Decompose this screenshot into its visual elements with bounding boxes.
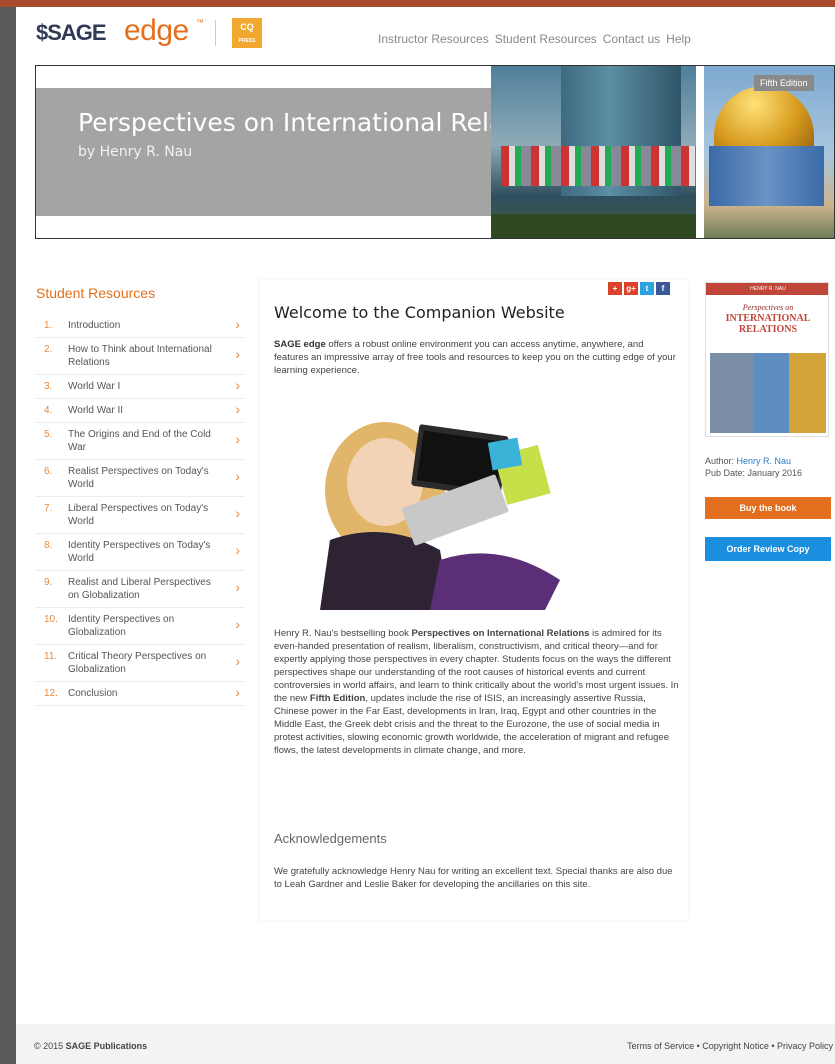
- book-description: Henry R. Nau's bestselling book Perspect…: [274, 627, 679, 757]
- sidebar-item-liberal-today[interactable]: 7. Liberal Perspectives on Today's World ›: [36, 497, 244, 534]
- description-edition: Fifth Edition: [309, 693, 366, 704]
- order-review-copy-button[interactable]: Order Review Copy: [705, 537, 831, 561]
- author-link[interactable]: Henry R. Nau: [737, 456, 792, 466]
- footer-links[interactable]: Terms of Service • Copyright Notice • Pr…: [627, 1041, 833, 1051]
- copyright-prefix: © 2015: [34, 1041, 66, 1051]
- intro-text: offers a robust online environment you c…: [274, 339, 676, 376]
- chapter-label: Conclusion: [68, 688, 118, 699]
- chevron-right-icon: ›: [235, 616, 240, 632]
- description-book-title: Perspectives on International Relations: [411, 628, 590, 639]
- sidebar-item-cold-war[interactable]: 5. The Origins and End of the Cold War ›: [36, 423, 244, 460]
- pub-date: Pub Date: January 2016: [705, 468, 803, 478]
- buy-book-button[interactable]: Buy the book: [705, 497, 831, 519]
- chapter-label: Identity Perspectives on Today's World: [68, 540, 211, 564]
- chapter-number: 9.: [44, 577, 53, 588]
- chapter-label: World War I: [68, 381, 121, 392]
- cover-title-line-2: INTERNATIONAL RELATIONS: [725, 313, 811, 335]
- chapter-label: Introduction: [68, 320, 121, 331]
- acknowledgements-text: We gratefully acknowledge Henry Nau for …: [274, 866, 673, 890]
- chapter-label: Critical Theory Perspectives on Globaliz…: [68, 651, 207, 675]
- sage-logo-text: SAGE: [47, 20, 106, 45]
- intro-paragraph: SAGE edge offers a robust online environ…: [274, 338, 676, 377]
- sidebar-item-how-to-think[interactable]: 2. How to Think about International Relat…: [36, 338, 244, 375]
- chevron-right-icon: ›: [235, 468, 240, 484]
- chapter-number: 1.: [44, 320, 53, 331]
- edge-logo[interactable]: edge: [124, 14, 189, 48]
- author-label: Author:: [705, 456, 737, 466]
- nav-help[interactable]: Help: [666, 32, 691, 46]
- chevron-right-icon: ›: [235, 505, 240, 521]
- chapter-label: Realist Perspectives on Today's World: [68, 466, 209, 490]
- description-part-1: Henry R. Nau's bestselling book: [274, 628, 412, 639]
- cover-photos: [710, 353, 826, 433]
- dome-photo: [704, 66, 834, 238]
- chapter-number: 10.: [44, 614, 58, 625]
- chapter-number: 7.: [44, 503, 53, 514]
- chapter-label: Identity Perspectives on Globalization: [68, 614, 175, 638]
- sidebar-item-realist-today[interactable]: 6. Realist Perspectives on Today's World ›: [36, 460, 244, 497]
- welcome-title: Welcome to the Companion Website: [274, 303, 565, 322]
- chapter-number: 12.: [44, 688, 58, 699]
- nav-student-resources[interactable]: Student Resources: [495, 32, 597, 46]
- top-color-bar: [0, 0, 835, 7]
- twitter-icon[interactable]: t: [640, 282, 654, 295]
- cover-title-line-1: Perspectives on: [742, 303, 794, 312]
- footer: © 2015 SAGE Publications Terms of Servic…: [16, 1024, 835, 1064]
- chevron-right-icon: ›: [235, 431, 240, 447]
- chapter-number: 6.: [44, 466, 53, 477]
- chapter-number: 11.: [44, 651, 58, 662]
- chapter-label: How to Think about International Relatio…: [68, 344, 212, 368]
- student-laptop-illustration: [320, 422, 560, 610]
- chapter-label: The Origins and End of the Cold War: [68, 429, 211, 453]
- sidebar-item-identity-today[interactable]: 8. Identity Perspectives on Today's World…: [36, 534, 244, 571]
- hero-banner: Perspectives on International Relations …: [35, 65, 835, 239]
- copyright-brand[interactable]: SAGE Publications: [66, 1041, 148, 1051]
- sidebar-item-conclusion[interactable]: 12. Conclusion ›: [36, 682, 244, 706]
- chapter-label: Realist and Liberal Perspectives on Glob…: [68, 577, 211, 601]
- book-cover[interactable]: HENRY R. NAU Perspectives on INTERNATION…: [705, 282, 829, 437]
- sage-logo[interactable]: $SAGE: [36, 20, 107, 46]
- edition-badge: Fifth Edition: [754, 75, 814, 91]
- chapter-label: Liberal Perspectives on Today's World: [68, 503, 209, 527]
- un-building-photo: [491, 66, 696, 238]
- book-meta: Author: Henry R. Nau Pub Date: January 2…: [705, 455, 802, 479]
- chapter-number: 3.: [44, 381, 53, 392]
- chapter-label: World War II: [68, 405, 124, 416]
- logo-divider: [215, 20, 216, 46]
- cover-author-strip: HENRY R. NAU: [706, 283, 828, 295]
- chevron-right-icon: ›: [235, 315, 240, 332]
- copyright: © 2015 SAGE Publications: [34, 1041, 147, 1051]
- chevron-right-icon: ›: [235, 376, 240, 393]
- sidebar-item-world-war-i[interactable]: 3. World War I ›: [36, 375, 244, 399]
- facebook-icon[interactable]: f: [656, 282, 670, 295]
- cq-press-logo[interactable]: CQ PRESS: [232, 18, 262, 48]
- chevron-right-icon: ›: [235, 346, 240, 362]
- intro-brand: SAGE edge: [274, 339, 326, 350]
- chapter-number: 4.: [44, 405, 53, 416]
- chevron-right-icon: ›: [235, 542, 240, 558]
- sidebar-item-critical-theory[interactable]: 11. Critical Theory Perspectives on Globa…: [36, 645, 244, 682]
- share-bar: + g+ t f: [608, 282, 670, 295]
- chapter-list: 1. Introduction › 2. How to Think about Int…: [36, 314, 244, 706]
- chevron-right-icon: ›: [235, 579, 240, 595]
- chevron-right-icon: ›: [235, 400, 240, 417]
- nav-instructor-resources[interactable]: Instructor Resources: [378, 32, 489, 46]
- sidebar-item-realist-liberal-globalization[interactable]: 9. Realist and Liberal Perspectives on Gl…: [36, 571, 244, 608]
- chapter-number: 5.: [44, 429, 53, 440]
- google-plus-icon[interactable]: g+: [624, 282, 638, 295]
- chapter-number: 2.: [44, 344, 53, 355]
- sidebar-item-identity-globalization[interactable]: 10. Identity Perspectives on Globalizatio…: [36, 608, 244, 645]
- sidebar-item-introduction[interactable]: 1. Introduction ›: [36, 314, 244, 338]
- share-plus-icon[interactable]: +: [608, 282, 622, 295]
- sidebar-item-world-war-ii[interactable]: 4. World War II ›: [36, 399, 244, 423]
- chevron-right-icon: ›: [235, 653, 240, 669]
- chevron-right-icon: ›: [235, 683, 240, 700]
- acknowledgements-heading: Acknowledgements: [274, 831, 387, 846]
- sidebar-title: Student Resources: [36, 285, 156, 301]
- edge-trademark: ™: [196, 18, 204, 27]
- nav-contact-us[interactable]: Contact us: [603, 32, 660, 46]
- book-author: by Henry R. Nau: [78, 144, 193, 160]
- chapter-number: 8.: [44, 540, 53, 551]
- top-nav: Instructor Resources Student Resources C…: [378, 32, 691, 46]
